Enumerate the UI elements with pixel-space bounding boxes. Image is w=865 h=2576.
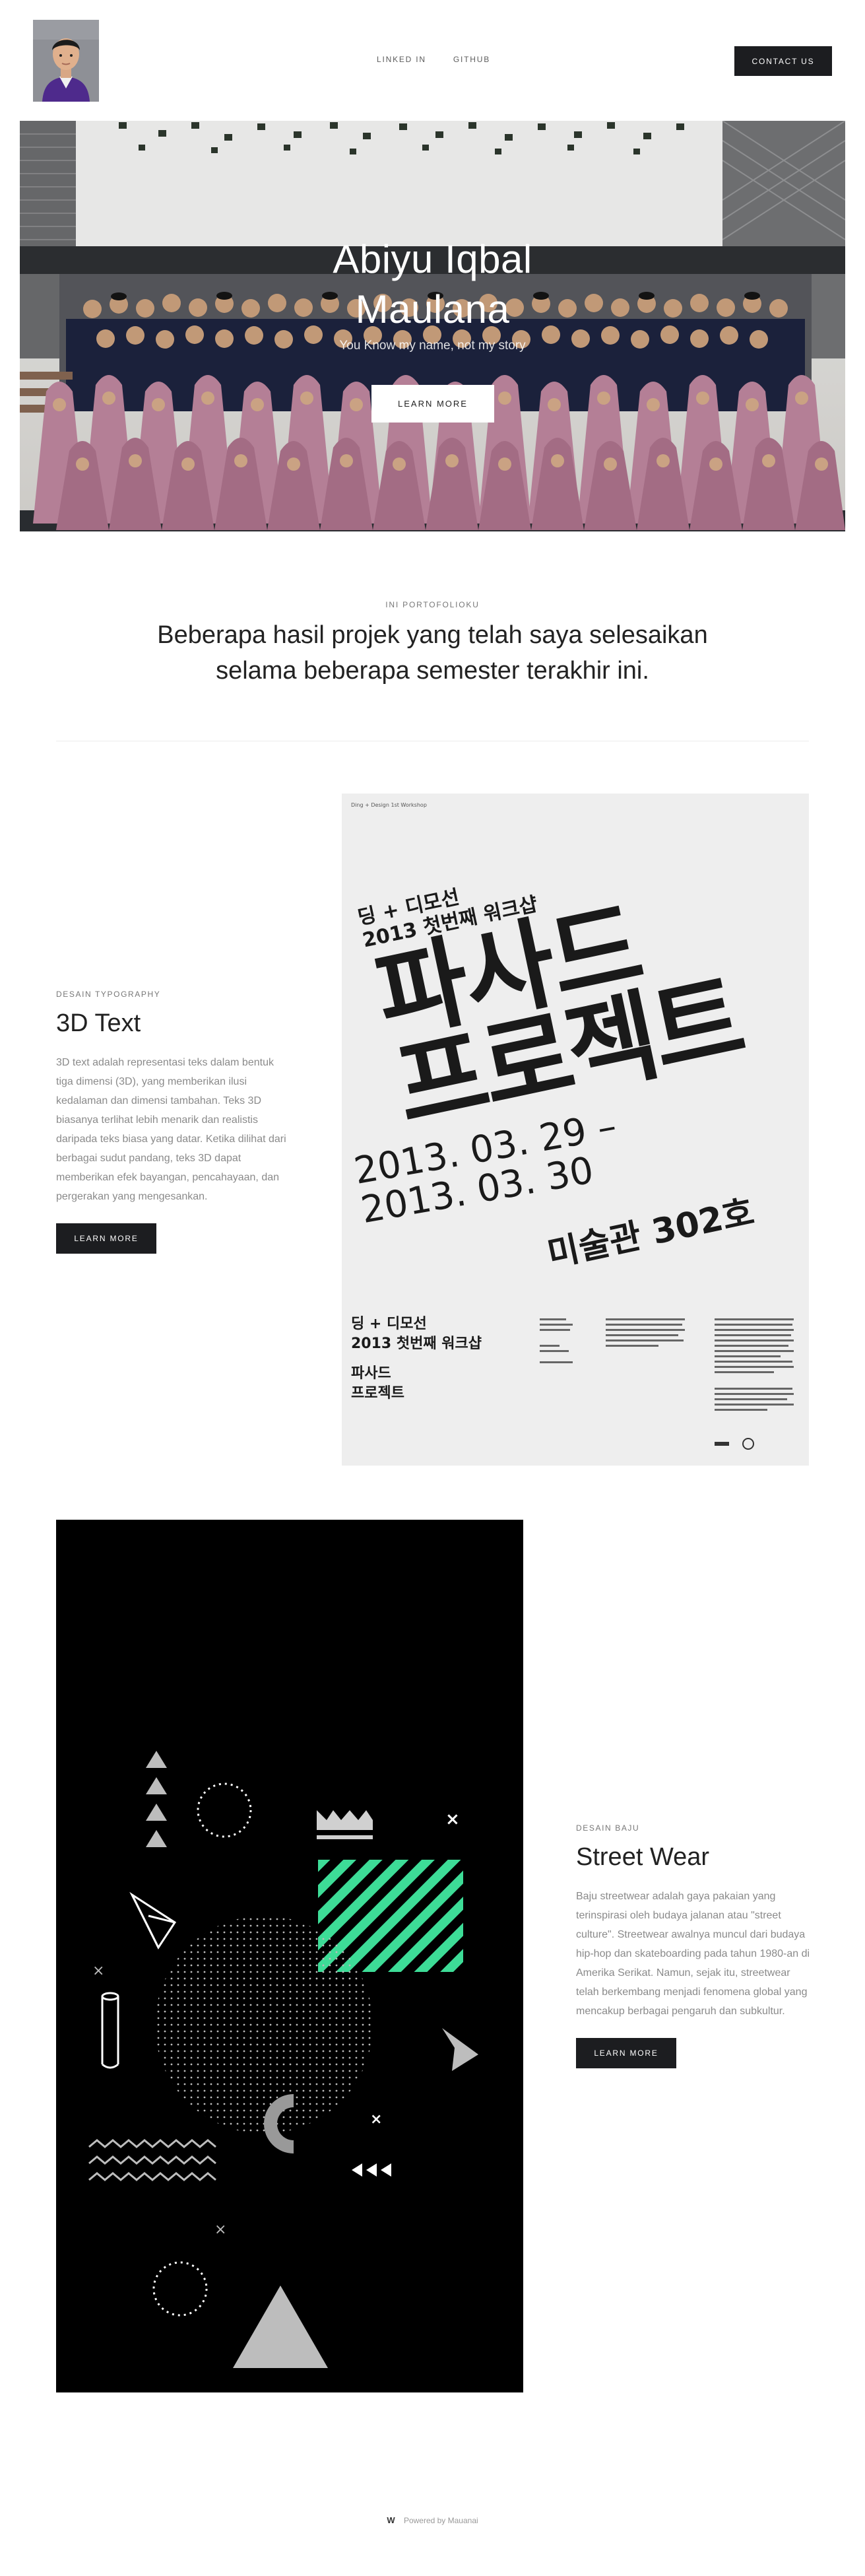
- project-learn-more-button[interactable]: LEARN MORE: [56, 1223, 156, 1254]
- poster-top-text: Ding + Design 1st Workshop: [351, 802, 427, 808]
- avatar-photo: [33, 20, 99, 102]
- poster-footer-1: 딩 + 디모선: [351, 1316, 427, 1332]
- main-nav: LINKED IN GITHUB: [377, 55, 490, 64]
- portfolio-eyebrow: INI PORTOFOLIOKU: [385, 600, 480, 609]
- project-eyebrow: DESAIN BAJU: [576, 1823, 640, 1833]
- profile-avatar[interactable]: [33, 20, 99, 102]
- poster-footer-3: 파사드: [351, 1365, 391, 1382]
- project-3d-text-image[interactable]: Ding + Design 1st Workshop 딩 + 디모선 2013 …: [342, 794, 809, 1466]
- contact-us-button[interactable]: CONTACT US: [734, 46, 832, 76]
- project-streetwear-image[interactable]: × × × ×: [56, 1520, 523, 2392]
- streetwear-graphic: × × × ×: [56, 1520, 523, 2392]
- hero-title-line-1: Abiyu Iqbal: [333, 237, 532, 281]
- hero-title: Abiyu Iqbal Maulana: [20, 234, 845, 335]
- poster-footer-4: 프로젝트: [351, 1385, 404, 1402]
- x-mark-shape: ×: [445, 1810, 460, 1829]
- footer-text[interactable]: Powered by Mauanai: [404, 2516, 478, 2525]
- project-description: Baju streetwear adalah gaya pakaian yang…: [576, 1891, 810, 2017]
- hero-learn-more-button[interactable]: LEARN MORE: [371, 385, 494, 423]
- nav-link-linkedin[interactable]: LINKED IN: [377, 55, 426, 64]
- x-mark-shape-3: ×: [370, 2111, 382, 2128]
- builder-logo-icon[interactable]: W: [387, 2515, 395, 2525]
- project-title: Street Wear: [576, 1843, 710, 1871]
- poster-footer-2: 2013 첫번째 워크샵: [351, 1336, 482, 1352]
- hero-section: Abiyu Iqbal Maulana You Know my name, no…: [20, 121, 845, 531]
- project-3d-text-info: DESAIN TYPOGRAPHY 3D Text 3D text adalah…: [56, 990, 294, 1254]
- portfolio-heading: Beberapa hasil projek yang telah saya se…: [157, 621, 708, 685]
- project-streetwear-info: DESAIN BAJU Street Wear Baju streetwear …: [576, 1823, 814, 2068]
- project-eyebrow: DESAIN TYPOGRAPHY: [56, 990, 161, 999]
- nav-link-github[interactable]: GITHUB: [453, 55, 490, 64]
- project-title: 3D Text: [56, 1009, 141, 1037]
- poster-graphic: Ding + Design 1st Workshop 딩 + 디모선 2013 …: [342, 794, 809, 1466]
- site-header: LINKED IN GITHUB CONTACT US: [0, 0, 865, 121]
- site-footer: W Powered by Mauanai: [0, 2515, 865, 2525]
- hero-title-line-2: Maulana: [355, 287, 510, 331]
- hero-subtitle: You Know my name, not my story: [339, 339, 526, 353]
- x-mark-shape-4: ×: [214, 2221, 226, 2238]
- project-description: 3D text adalah representasi teks dalam b…: [56, 1057, 286, 1202]
- x-mark-shape-2: ×: [92, 1963, 104, 1979]
- halftone-circle-shape: [155, 1916, 373, 2134]
- project-learn-more-button[interactable]: LEARN MORE: [576, 2038, 676, 2068]
